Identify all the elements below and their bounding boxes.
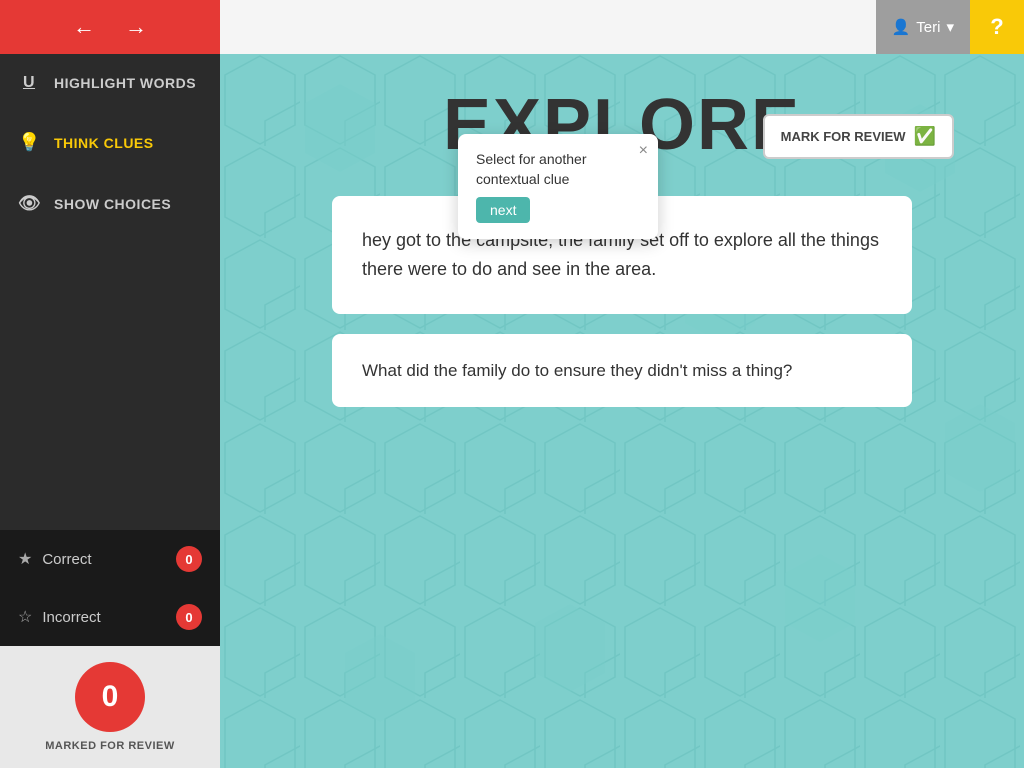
eye-icon: 👁 — [18, 193, 40, 214]
correct-badge: 0 — [176, 546, 202, 572]
tooltip-close-button[interactable]: × — [639, 142, 648, 160]
top-right-bar: 👤 Teri ▾ ? — [220, 0, 1024, 54]
nav-section: ← → — [0, 0, 220, 54]
incorrect-label: Incorrect — [42, 609, 100, 626]
incorrect-star-icon: ☆ — [18, 607, 32, 627]
sidebar-label-highlight-words: HIGHLIGHT WORDS — [54, 75, 196, 91]
content-inner: EXPLORE MARK FOR REVIEW ✅ hey got to the… — [220, 54, 1024, 437]
content-area: × Select for another contextual clue nex… — [220, 54, 1024, 768]
user-avatar-icon: 👤 — [892, 18, 911, 36]
tooltip-text: Select for another contextual clue — [476, 151, 587, 187]
incorrect-badge: 0 — [176, 604, 202, 630]
lightbulb-icon: 💡 — [18, 132, 40, 153]
review-check-icon: ✅ — [914, 126, 936, 147]
question-card: What did the family do to ensure they di… — [332, 334, 912, 408]
help-button[interactable]: ? — [970, 0, 1024, 54]
question-text: What did the family do to ensure they di… — [362, 361, 792, 380]
sidebar-item-highlight-words[interactable]: U HIGHLIGHT WORDS — [0, 54, 220, 112]
marked-review-section: 0 MARKED FOR REVIEW — [0, 646, 220, 768]
sidebar-stats: ★ Correct 0 ☆ Incorrect 0 — [0, 530, 220, 646]
sidebar: U HIGHLIGHT WORDS 💡 THINK CLUES 👁 SHOW C… — [0, 54, 220, 768]
correct-label: Correct — [42, 551, 91, 568]
user-dropdown-icon: ▾ — [946, 18, 954, 36]
underline-icon: U — [18, 74, 40, 92]
marked-review-label: MARKED FOR REVIEW — [45, 740, 175, 752]
user-menu-button[interactable]: 👤 Teri ▾ — [876, 0, 970, 54]
forward-button[interactable]: → — [125, 14, 147, 40]
back-button[interactable]: ← — [73, 14, 95, 40]
mark-review-button[interactable]: MARK FOR REVIEW ✅ — [763, 114, 954, 159]
tooltip-next-button[interactable]: next — [476, 197, 530, 223]
user-name: Teri — [916, 19, 940, 36]
mark-review-label: MARK FOR REVIEW — [781, 129, 906, 144]
sidebar-item-show-choices[interactable]: 👁 SHOW CHOICES — [0, 173, 220, 234]
incorrect-stat-row: ☆ Incorrect 0 — [0, 588, 220, 646]
tooltip-popup: × Select for another contextual clue nex… — [458, 134, 658, 239]
review-count-circle: 0 — [75, 662, 145, 732]
sidebar-label-show-choices: SHOW CHOICES — [54, 196, 171, 212]
sidebar-item-think-clues[interactable]: 💡 THINK CLUES — [0, 112, 220, 173]
sidebar-label-think-clues: THINK CLUES — [54, 135, 154, 151]
correct-stat-row: ★ Correct 0 — [0, 530, 220, 588]
correct-star-icon: ★ — [18, 549, 32, 569]
